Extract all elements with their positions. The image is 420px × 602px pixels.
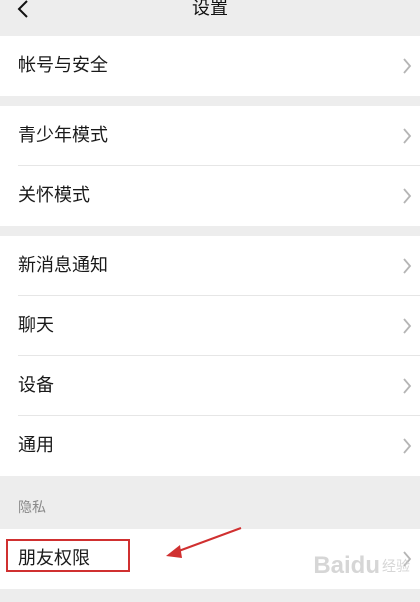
section-header-privacy: 隐私 xyxy=(0,487,420,529)
settings-item-youth-mode[interactable]: 青少年模式 xyxy=(0,106,420,166)
section-title: 隐私 xyxy=(18,500,46,516)
settings-group-modes: 青少年模式 关怀模式 xyxy=(0,106,420,226)
page-title: 设置 xyxy=(192,0,228,19)
settings-item-label: 聊天 xyxy=(18,315,54,336)
baidu-watermark: Baidu 经验 xyxy=(313,552,410,580)
chevron-right-icon xyxy=(403,58,412,74)
settings-item-label: 新消息通知 xyxy=(18,255,108,276)
settings-item-chat[interactable]: 聊天 xyxy=(0,296,420,356)
settings-item-account-security[interactable]: 帐号与安全 xyxy=(0,36,420,96)
settings-item-devices[interactable]: 设备 xyxy=(0,356,420,416)
chevron-right-icon xyxy=(403,318,412,334)
chevron-right-icon xyxy=(403,188,412,204)
settings-item-label: 通用 xyxy=(18,435,54,456)
annotation-highlight-box xyxy=(6,539,130,572)
settings-item-general[interactable]: 通用 xyxy=(0,416,420,476)
settings-item-label: 帐号与安全 xyxy=(18,55,108,76)
watermark-suffix: 经验 xyxy=(382,558,410,574)
chevron-right-icon xyxy=(403,378,412,394)
settings-group-account: 帐号与安全 xyxy=(0,36,420,96)
chevron-right-icon xyxy=(403,128,412,144)
settings-item-label: 青少年模式 xyxy=(18,125,108,146)
settings-item-label: 设备 xyxy=(18,375,54,396)
chevron-right-icon xyxy=(403,258,412,274)
settings-group-general: 新消息通知 聊天 设备 通用 xyxy=(0,236,420,476)
watermark-brand: Baidu xyxy=(313,552,380,579)
chevron-right-icon xyxy=(403,438,412,454)
settings-item-new-message-notification[interactable]: 新消息通知 xyxy=(0,236,420,296)
settings-item-care-mode[interactable]: 关怀模式 xyxy=(0,166,420,226)
settings-item-label: 关怀模式 xyxy=(18,185,90,206)
nav-bar: 设置 xyxy=(0,0,420,36)
